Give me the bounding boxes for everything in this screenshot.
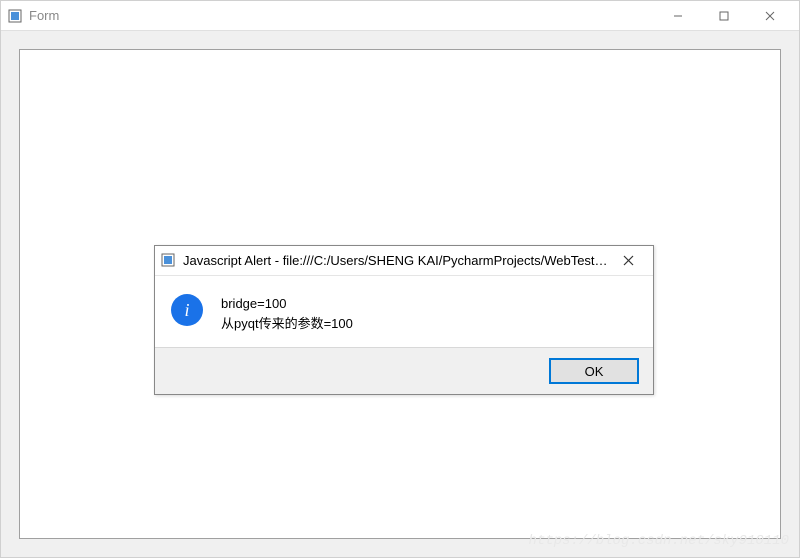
window-title: Form	[29, 8, 655, 23]
dialog-message-line1: bridge=100	[221, 294, 353, 314]
dialog-app-icon	[161, 253, 177, 269]
window-controls	[655, 1, 793, 31]
ok-button[interactable]: OK	[549, 358, 639, 384]
main-window: Form Javascript Alert - file:///C:/Use	[0, 0, 800, 558]
alert-dialog: Javascript Alert - file:///C:/Users/SHEN…	[154, 245, 654, 395]
minimize-button[interactable]	[655, 1, 701, 31]
dialog-close-button[interactable]	[609, 247, 647, 275]
close-button[interactable]	[747, 1, 793, 31]
dialog-titlebar: Javascript Alert - file:///C:/Users/SHEN…	[155, 246, 653, 276]
app-icon	[7, 8, 23, 24]
dialog-body: i bridge=100 从pyqt传来的参数=100	[155, 276, 653, 347]
dialog-title: Javascript Alert - file:///C:/Users/SHEN…	[183, 253, 609, 268]
maximize-button[interactable]	[701, 1, 747, 31]
titlebar: Form	[1, 1, 799, 31]
dialog-message-line2: 从pyqt传来的参数=100	[221, 314, 353, 334]
info-icon: i	[171, 294, 203, 326]
dialog-message: bridge=100 从pyqt传来的参数=100	[221, 294, 353, 333]
dialog-footer: OK	[155, 347, 653, 394]
